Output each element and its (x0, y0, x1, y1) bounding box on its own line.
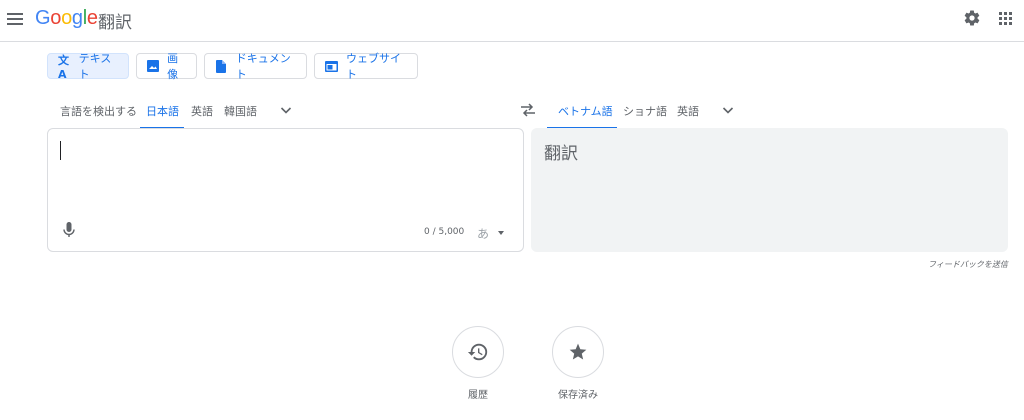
character-count: 0 / 5,000 (424, 227, 465, 237)
image-icon (147, 59, 160, 73)
tab-target-vietnamese[interactable]: ベトナム語 (558, 103, 613, 119)
input-method-selector[interactable]: あ (477, 225, 489, 242)
star-icon (569, 343, 587, 360)
document-mode-button[interactable]: ドキュメント (204, 52, 307, 81)
document-icon (215, 59, 228, 73)
target-more-languages-chevron-down-icon[interactable] (722, 104, 734, 116)
send-feedback-link[interactable]: フィードバックを送信 (928, 259, 1008, 270)
google-logo[interactable]: Google (35, 7, 98, 30)
tab-source-japanese[interactable]: 日本語 (146, 103, 179, 119)
app-title: 翻訳 (98, 13, 132, 33)
saved-button[interactable] (552, 326, 604, 378)
microphone-icon[interactable] (62, 222, 76, 238)
history-label: 履歴 (468, 390, 488, 401)
tab-source-korean[interactable]: 韓国語 (224, 103, 257, 119)
tab-detect-language[interactable]: 言語を検出する (60, 103, 137, 119)
translation-placeholder: 翻訳 (544, 144, 578, 164)
website-icon (325, 59, 338, 73)
text-mode-button[interactable]: 文A テキスト (47, 52, 129, 81)
source-more-languages-chevron-down-icon[interactable] (280, 104, 292, 116)
top-bar (0, 0, 1024, 42)
menu-icon[interactable] (7, 11, 23, 27)
image-mode-button[interactable]: 画像 (136, 52, 197, 81)
history-icon (467, 343, 488, 361)
website-mode-button[interactable]: ウェブサイト (314, 52, 418, 81)
tab-target-english[interactable]: 英語 (677, 103, 699, 119)
translation-output (531, 128, 1008, 252)
translate-icon: 文A (58, 53, 69, 81)
saved-label: 保存済み (558, 390, 598, 401)
tab-source-english[interactable]: 英語 (191, 103, 213, 119)
swap-languages-icon[interactable] (520, 103, 536, 117)
tab-target-shona[interactable]: ショナ語 (623, 103, 667, 119)
apps-grid-icon[interactable] (999, 12, 1013, 26)
input-method-dropdown-icon[interactable] (498, 231, 504, 235)
history-button[interactable] (452, 326, 504, 378)
text-cursor (60, 141, 61, 160)
gear-icon[interactable] (963, 9, 981, 27)
